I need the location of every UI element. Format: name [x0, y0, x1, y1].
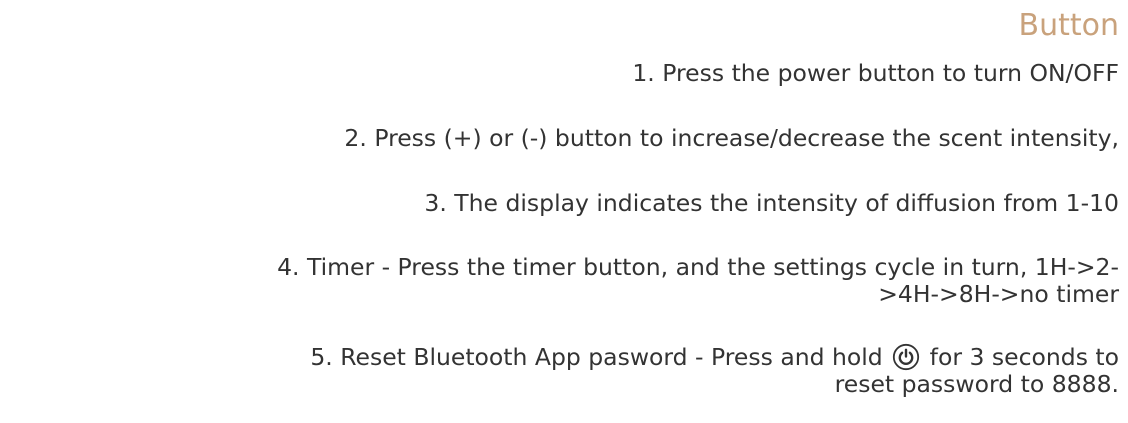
instruction-step-5-line-2: reset password to 8888.	[834, 370, 1119, 398]
power-icon	[892, 343, 920, 371]
instruction-step-5-line-1: 5. Reset Bluetooth App pasword - Press a…	[310, 343, 1119, 371]
instruction-step-1: 1. Press the power button to turn ON/OFF	[632, 59, 1119, 87]
instruction-step-2: 2. Press (+) or (-) button to increase/d…	[344, 124, 1119, 152]
section-title: Button	[1018, 8, 1120, 43]
instruction-step-5-text-before-icon: 5. Reset Bluetooth App pasword - Press a…	[310, 343, 891, 371]
instruction-panel: Button 1. Press the power button to turn…	[0, 0, 1123, 423]
instruction-step-4-line-1: 4. Timer - Press the timer button, and t…	[277, 253, 1119, 281]
instruction-step-4-line-2: >4H->8H->no timer	[878, 280, 1119, 308]
instruction-step-3: 3. The display indicates the intensity o…	[424, 189, 1119, 217]
instruction-step-5-text-after-icon: for 3 seconds to	[922, 343, 1119, 371]
